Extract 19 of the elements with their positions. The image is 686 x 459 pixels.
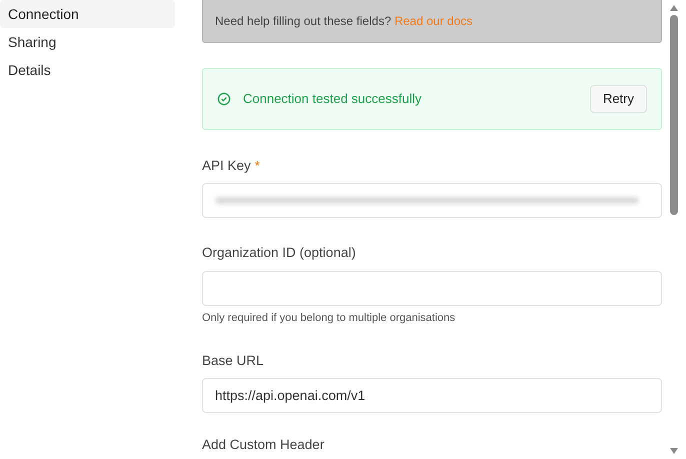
sidebar-item[interactable]: Details (0, 56, 175, 84)
sidebar-item[interactable]: Sharing (0, 28, 175, 56)
help-text: Need help filling out these fields? Read our docs (215, 12, 473, 30)
scroll-down-icon[interactable] (669, 447, 679, 455)
sidebar-item[interactable]: Connection (0, 0, 175, 28)
scroll-thumb[interactable] (670, 15, 678, 215)
check-circle-icon (217, 92, 231, 106)
input-field[interactable] (202, 270, 662, 306)
field-label: Organization ID (optional) (202, 244, 356, 262)
field-label: Base URL (202, 352, 264, 370)
input-field[interactable]: https://api.openai.com/v1 (202, 378, 662, 414)
retry-button[interactable]: Retry (590, 85, 647, 113)
input-field[interactable] (202, 183, 662, 218)
success-message: Connection tested successfully (243, 90, 422, 108)
field-hint: Only required if you belong to multiple organisations (202, 310, 456, 326)
field-label: API Key (202, 157, 251, 175)
scroll-up-icon[interactable] (669, 4, 679, 12)
section-heading: Add Custom Header (202, 436, 326, 454)
required-mark: * (254, 157, 260, 176)
